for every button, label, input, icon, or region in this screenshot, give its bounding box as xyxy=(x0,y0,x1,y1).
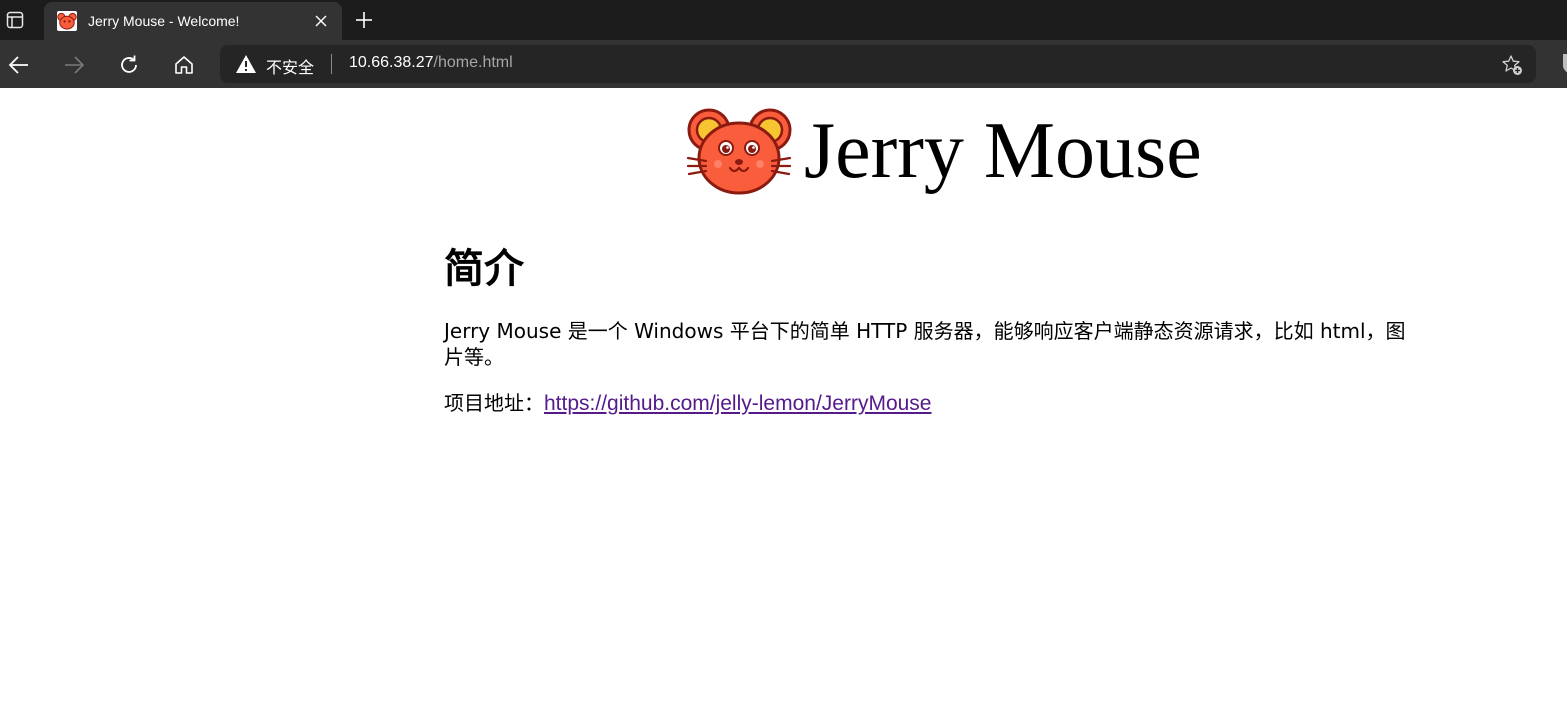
logo-title: Jerry Mouse xyxy=(804,107,1202,195)
site-logo: Jerry Mouse xyxy=(686,106,1202,196)
page-viewport: Jerry Mouse 简介 Jerry Mouse 是一个 Windows 平… xyxy=(0,88,1567,703)
back-arrow-icon[interactable] xyxy=(5,51,33,79)
browser-toolbar: 不安全 10.66.38.27/home.html xyxy=(0,40,1567,88)
warning-icon[interactable] xyxy=(235,54,257,74)
url-host: 10.66.38.27 xyxy=(349,54,434,71)
mouse-favicon-icon xyxy=(56,10,78,32)
address-separator xyxy=(331,54,332,74)
url-path: /home.html xyxy=(433,54,513,71)
project-link[interactable]: https://github.com/jelly-lemon/JerryMous… xyxy=(544,392,932,415)
url-text[interactable]: 10.66.38.27/home.html xyxy=(349,54,513,72)
tab-active[interactable]: Jerry Mouse - Welcome! xyxy=(44,2,342,40)
security-status-label[interactable]: 不安全 xyxy=(266,54,314,78)
intro-paragraph: Jerry Mouse 是一个 Windows 平台下的简单 HTTP 服务器，… xyxy=(444,319,1406,369)
home-icon[interactable] xyxy=(170,51,198,79)
project-address: 项目地址：https://github.com/jelly-lemon/Jerr… xyxy=(444,390,1424,417)
address-bar[interactable]: 不安全 10.66.38.27/home.html xyxy=(220,45,1536,83)
tab-title: Jerry Mouse - Welcome! xyxy=(88,13,240,29)
main-content: 简介 Jerry Mouse 是一个 Windows 平台下的简单 HTTP 服… xyxy=(444,238,1424,417)
reload-icon[interactable] xyxy=(115,51,143,79)
forward-arrow-icon[interactable] xyxy=(60,51,88,79)
plus-icon[interactable] xyxy=(352,8,376,32)
tab-actions-icon[interactable] xyxy=(0,0,30,40)
star-add-icon[interactable] xyxy=(1500,53,1524,77)
tab-bar: Jerry Mouse - Welcome! xyxy=(0,0,1567,40)
mouse-logo-icon xyxy=(686,108,792,195)
section-heading: 简介 xyxy=(444,246,524,292)
extension-icon[interactable] xyxy=(1557,52,1567,76)
project-address-label: 项目地址： xyxy=(444,391,544,415)
close-icon[interactable] xyxy=(312,12,330,30)
